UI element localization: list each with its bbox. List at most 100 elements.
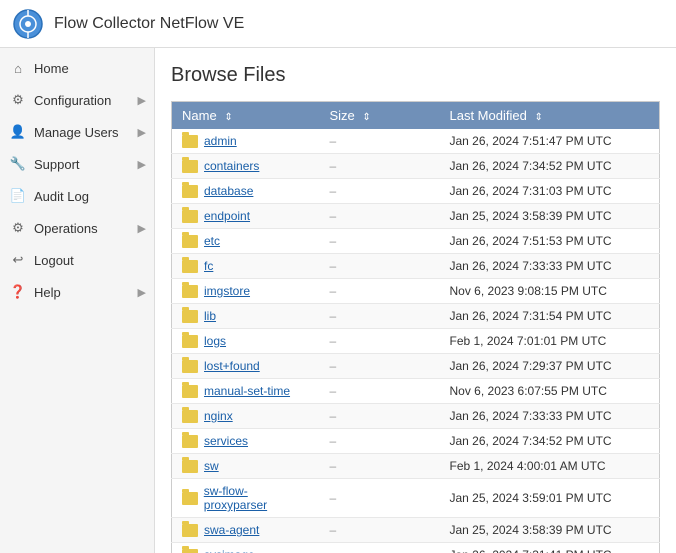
folder-icon <box>182 492 198 505</box>
file-modified-cell: Feb 1, 2024 4:00:01 AM UTC <box>440 454 660 479</box>
sidebar-item-home[interactable]: ⌂ Home <box>0 52 154 84</box>
file-name-cell: services <box>172 429 320 454</box>
file-size-cell: – <box>320 404 440 429</box>
sidebar-item-label: Operations <box>34 221 98 236</box>
sidebar-item-logout[interactable]: ↩ Logout <box>0 244 154 276</box>
file-modified-cell: Jan 26, 2024 7:29:37 PM UTC <box>440 354 660 379</box>
sidebar-item-operations[interactable]: ⚙ Operations ▶ <box>0 212 154 244</box>
folder-icon <box>182 185 198 198</box>
sidebar-item-label: Configuration <box>34 93 111 108</box>
sidebar-item-label: Help <box>34 285 61 300</box>
chevron-right-icon: ▶ <box>138 222 146 235</box>
file-size-cell: – <box>320 279 440 304</box>
table-row: manual-set-time–Nov 6, 2023 6:07:55 PM U… <box>172 379 660 404</box>
table-row: swa-agent–Jan 25, 2024 3:58:39 PM UTC <box>172 518 660 543</box>
folder-icon <box>182 360 198 373</box>
file-table: Name ⇕ Size ⇕ Last Modified ⇕ admin–Jan … <box>171 101 660 553</box>
file-link[interactable]: containers <box>204 159 259 173</box>
sidebar-item-label: Support <box>34 157 80 172</box>
folder-icon <box>182 235 198 248</box>
help-icon: ❓ <box>10 284 26 300</box>
file-size-cell: – <box>320 379 440 404</box>
file-link[interactable]: endpoint <box>204 209 250 223</box>
folder-icon <box>182 160 198 173</box>
file-modified-cell: Jan 25, 2024 3:59:01 PM UTC <box>440 479 660 518</box>
file-name-cell: etc <box>172 229 320 254</box>
file-name-cell: sw <box>172 454 320 479</box>
file-name-cell: containers <box>172 154 320 179</box>
file-modified-cell: Jan 26, 2024 7:31:54 PM UTC <box>440 304 660 329</box>
file-size-cell: – <box>320 254 440 279</box>
file-link[interactable]: sw <box>204 459 219 473</box>
folder-icon <box>182 460 198 473</box>
folder-icon <box>182 285 198 298</box>
file-size-cell: – <box>320 329 440 354</box>
file-link[interactable]: logs <box>204 334 226 348</box>
file-link[interactable]: sysimage <box>204 548 255 553</box>
col-header-name[interactable]: Name ⇕ <box>172 102 320 130</box>
chevron-right-icon: ▶ <box>138 94 146 107</box>
file-name-cell: endpoint <box>172 204 320 229</box>
table-row: endpoint–Jan 25, 2024 3:58:39 PM UTC <box>172 204 660 229</box>
folder-icon <box>182 524 198 537</box>
col-header-modified[interactable]: Last Modified ⇕ <box>440 102 660 130</box>
sort-icon: ⇕ <box>224 112 232 123</box>
sidebar-item-label: Audit Log <box>34 189 89 204</box>
chevron-right-icon: ▶ <box>138 286 146 299</box>
file-link[interactable]: lib <box>204 309 216 323</box>
file-name-cell: imgstore <box>172 279 320 304</box>
folder-icon <box>182 310 198 323</box>
sidebar-item-configuration[interactable]: ⚙ Configuration ▶ <box>0 84 154 116</box>
table-row: imgstore –Nov 6, 2023 9:08:15 PM UTC <box>172 279 660 304</box>
file-name-cell: swa-agent <box>172 518 320 543</box>
file-modified-cell: Jan 26, 2024 7:34:52 PM UTC <box>440 429 660 454</box>
file-link[interactable]: services <box>204 434 248 448</box>
folder-icon <box>182 210 198 223</box>
file-modified-cell: Nov 6, 2023 9:08:15 PM UTC <box>440 279 660 304</box>
folder-icon <box>182 410 198 423</box>
sidebar-item-support[interactable]: 🔧 Support ▶ <box>0 148 154 180</box>
file-link[interactable]: admin <box>204 134 237 148</box>
file-size-cell: – <box>320 204 440 229</box>
file-modified-cell: Jan 26, 2024 7:51:53 PM UTC <box>440 229 660 254</box>
file-size-cell: – <box>320 429 440 454</box>
file-size-cell: – <box>320 229 440 254</box>
file-name-cell: manual-set-time <box>172 379 320 404</box>
file-modified-cell: Feb 1, 2024 7:01:01 PM UTC <box>440 329 660 354</box>
sidebar-item-label: Manage Users <box>34 125 119 140</box>
sort-icon: ⇕ <box>534 112 542 123</box>
table-row: nginx –Jan 26, 2024 7:33:33 PM UTC <box>172 404 660 429</box>
table-row: lost+found–Jan 26, 2024 7:29:37 PM UTC <box>172 354 660 379</box>
table-row: sysimage–Jan 26, 2024 7:31:41 PM UTC <box>172 543 660 553</box>
file-modified-cell: Jan 26, 2024 7:33:33 PM UTC <box>440 254 660 279</box>
sidebar-item-label: Logout <box>34 253 74 268</box>
file-name-cell: nginx <box>172 404 320 429</box>
file-link[interactable]: imgstore <box>204 284 250 298</box>
table-row: logs –Feb 1, 2024 7:01:01 PM UTC <box>172 329 660 354</box>
file-link[interactable]: fc <box>204 259 213 273</box>
file-size-cell: – <box>320 129 440 154</box>
file-name-cell: admin <box>172 129 320 154</box>
file-link[interactable]: nginx <box>204 409 233 423</box>
file-modified-cell: Jan 26, 2024 7:33:33 PM UTC <box>440 404 660 429</box>
folder-icon <box>182 135 198 148</box>
doc-icon: 📄 <box>10 188 26 204</box>
file-modified-cell: Jan 26, 2024 7:51:47 PM UTC <box>440 129 660 154</box>
file-link[interactable]: database <box>204 184 253 198</box>
sort-icon: ⇕ <box>362 112 370 123</box>
sidebar-item-manage-users[interactable]: 👤 Manage Users ▶ <box>0 116 154 148</box>
sidebar-item-audit-log[interactable]: 📄 Audit Log <box>0 180 154 212</box>
file-name-cell: lib <box>172 304 320 329</box>
file-name-cell: sysimage <box>172 543 320 553</box>
file-link[interactable]: lost+found <box>204 359 260 373</box>
file-link[interactable]: etc <box>204 234 220 248</box>
table-row: containers–Jan 26, 2024 7:34:52 PM UTC <box>172 154 660 179</box>
file-link[interactable]: manual-set-time <box>204 384 290 398</box>
sidebar-item-help[interactable]: ❓ Help ▶ <box>0 276 154 308</box>
file-link[interactable]: sw-flow-proxyparser <box>204 484 310 512</box>
col-header-size[interactable]: Size ⇕ <box>320 102 440 130</box>
file-modified-cell: Jan 26, 2024 7:31:41 PM UTC <box>440 543 660 553</box>
table-row: admin –Jan 26, 2024 7:51:47 PM UTC <box>172 129 660 154</box>
file-link[interactable]: swa-agent <box>204 523 259 537</box>
table-row: sw-flow-proxyparser–Jan 25, 2024 3:59:01… <box>172 479 660 518</box>
